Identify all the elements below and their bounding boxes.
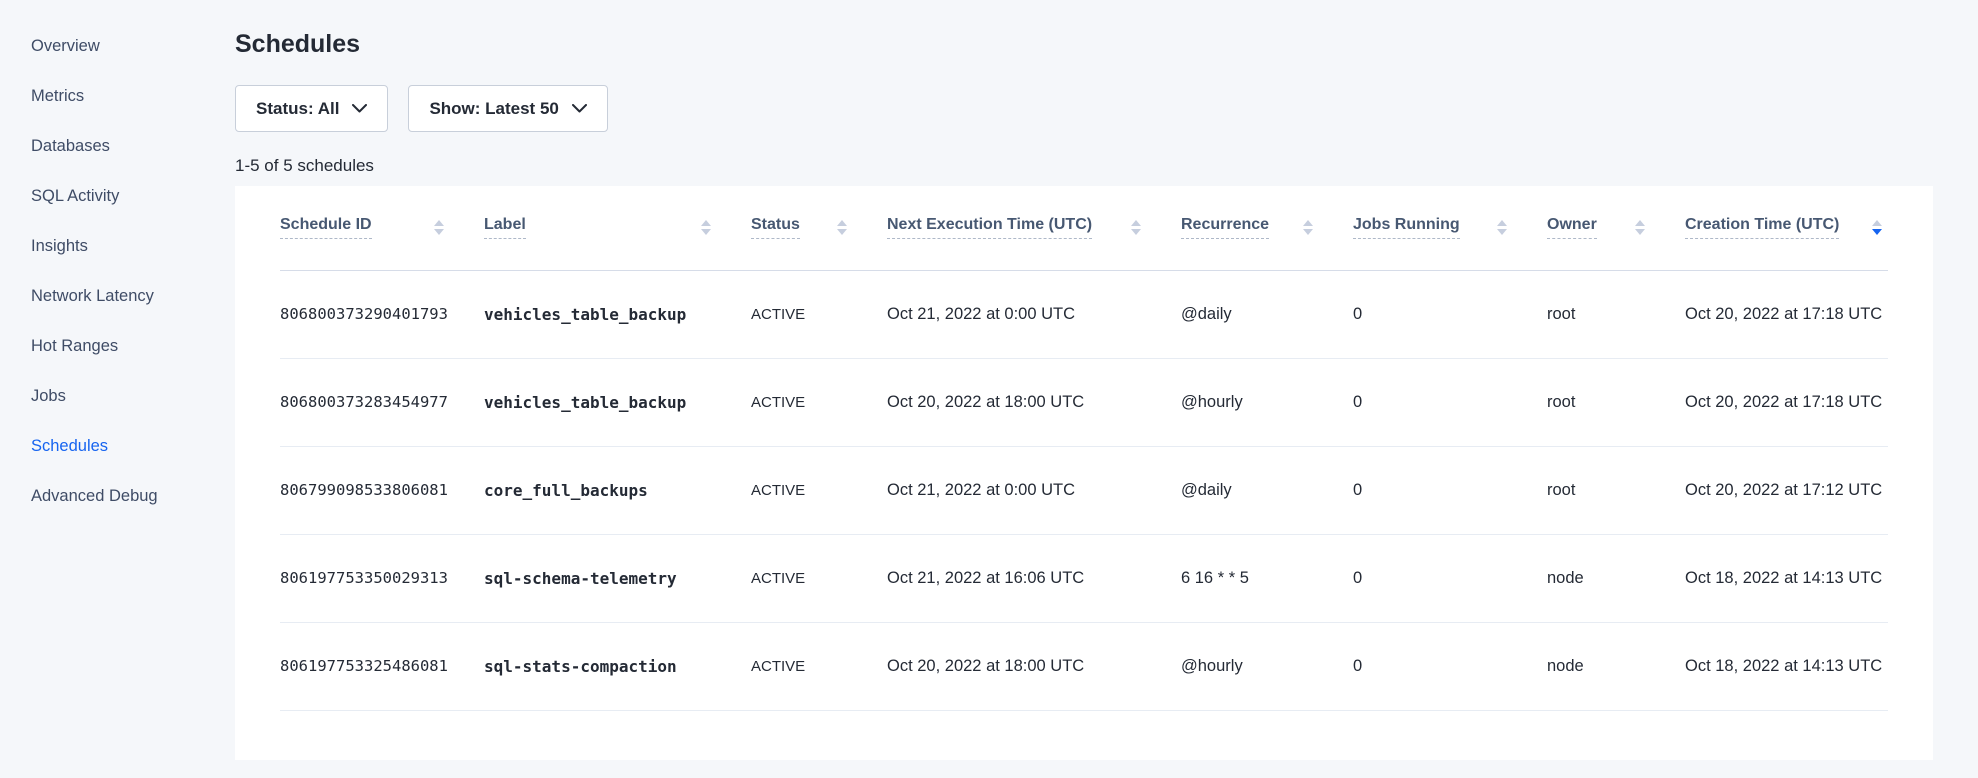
cell-jobs-running: 0 [1353, 358, 1547, 446]
cell-status: ACTIVE [751, 358, 887, 446]
cell-recurrence: @hourly [1181, 358, 1353, 446]
column-header-owner[interactable]: Owner [1547, 186, 1685, 270]
sidebar-item-jobs[interactable]: Jobs [0, 371, 235, 421]
table-row: 806799098533806081 core_full_backups ACT… [280, 446, 1888, 534]
cell-creation-time: Oct 20, 2022 at 17:12 UTC [1685, 446, 1888, 534]
cell-status: ACTIVE [751, 622, 887, 710]
page-title: Schedules [235, 29, 1933, 59]
cell-owner: root [1547, 446, 1685, 534]
status-filter-dropdown[interactable]: Status: All [235, 85, 388, 132]
table-row: 806197753325486081 sql-stats-compaction … [280, 622, 1888, 710]
column-header-status[interactable]: Status [751, 186, 887, 270]
cell-recurrence: @daily [1181, 446, 1353, 534]
cell-schedule-id: 806799098533806081 [280, 446, 484, 534]
schedules-table-card: Schedule ID Label Status Next Execution … [235, 186, 1933, 760]
cell-schedule-id: 806197753350029313 [280, 534, 484, 622]
cell-creation-time: Oct 20, 2022 at 17:18 UTC [1685, 358, 1888, 446]
cell-status: ACTIVE [751, 534, 887, 622]
cell-jobs-running: 0 [1353, 270, 1547, 358]
sidebar-item-advanced-debug[interactable]: Advanced Debug [0, 471, 235, 521]
cell-recurrence: @hourly [1181, 622, 1353, 710]
schedules-table: Schedule ID Label Status Next Execution … [280, 186, 1888, 711]
table-row: 806800373290401793 vehicles_table_backup… [280, 270, 1888, 358]
sidebar-item-schedules[interactable]: Schedules [0, 421, 235, 471]
table-row: 806197753350029313 sql-schema-telemetry … [280, 534, 1888, 622]
sidebar-item-insights[interactable]: Insights [0, 221, 235, 271]
table-row: 806800373283454977 vehicles_table_backup… [280, 358, 1888, 446]
chevron-down-icon [572, 104, 587, 113]
chevron-down-icon [352, 104, 367, 113]
cell-label: sql-stats-compaction [484, 622, 751, 710]
column-header-schedule-id[interactable]: Schedule ID [280, 186, 484, 270]
show-filter-label: Show: Latest 50 [429, 99, 558, 119]
cell-creation-time: Oct 18, 2022 at 14:13 UTC [1685, 534, 1888, 622]
show-filter-dropdown[interactable]: Show: Latest 50 [408, 85, 607, 132]
cell-next-execution-time: Oct 20, 2022 at 18:00 UTC [887, 358, 1181, 446]
results-count: 1-5 of 5 schedules [235, 156, 1933, 176]
cell-next-execution-time: Oct 21, 2022 at 16:06 UTC [887, 534, 1181, 622]
table-body: 806800373290401793 vehicles_table_backup… [280, 270, 1888, 710]
column-header-creation-time[interactable]: Creation Time (UTC) [1685, 186, 1888, 270]
cell-owner: root [1547, 358, 1685, 446]
cell-label: vehicles_table_backup [484, 358, 751, 446]
sort-icon[interactable] [1303, 220, 1313, 235]
column-header-recurrence[interactable]: Recurrence [1181, 186, 1353, 270]
cell-label: sql-schema-telemetry [484, 534, 751, 622]
cell-recurrence: 6 16 * * 5 [1181, 534, 1353, 622]
cell-jobs-running: 0 [1353, 622, 1547, 710]
table-header-row: Schedule ID Label Status Next Execution … [280, 186, 1888, 270]
sidebar-item-overview[interactable]: Overview [0, 21, 235, 71]
sidebar-item-hot-ranges[interactable]: Hot Ranges [0, 321, 235, 371]
cell-label: core_full_backups [484, 446, 751, 534]
main-content: Schedules Status: All Show: Latest 50 1-… [235, 0, 1933, 760]
sidebar: Overview Metrics Databases SQL Activity … [0, 0, 235, 521]
sort-icon[interactable] [1872, 220, 1882, 235]
cell-next-execution-time: Oct 21, 2022 at 0:00 UTC [887, 270, 1181, 358]
sort-icon[interactable] [837, 220, 847, 235]
cell-schedule-id: 806800373290401793 [280, 270, 484, 358]
sort-icon[interactable] [434, 220, 444, 235]
sidebar-item-metrics[interactable]: Metrics [0, 71, 235, 121]
cell-creation-time: Oct 20, 2022 at 17:18 UTC [1685, 270, 1888, 358]
cell-owner: root [1547, 270, 1685, 358]
sort-icon[interactable] [1635, 220, 1645, 235]
cell-status: ACTIVE [751, 446, 887, 534]
cell-status: ACTIVE [751, 270, 887, 358]
sidebar-item-databases[interactable]: Databases [0, 121, 235, 171]
cell-jobs-running: 0 [1353, 446, 1547, 534]
column-header-label[interactable]: Label [484, 186, 751, 270]
column-header-next-execution-time[interactable]: Next Execution Time (UTC) [887, 186, 1181, 270]
column-header-jobs-running[interactable]: Jobs Running [1353, 186, 1547, 270]
cell-next-execution-time: Oct 20, 2022 at 18:00 UTC [887, 622, 1181, 710]
status-filter-label: Status: All [256, 99, 339, 119]
cell-label: vehicles_table_backup [484, 270, 751, 358]
filter-bar: Status: All Show: Latest 50 [235, 85, 1933, 132]
sort-icon[interactable] [1131, 220, 1141, 235]
sidebar-item-sql-activity[interactable]: SQL Activity [0, 171, 235, 221]
cell-schedule-id: 806197753325486081 [280, 622, 484, 710]
sort-icon[interactable] [1497, 220, 1507, 235]
cell-next-execution-time: Oct 21, 2022 at 0:00 UTC [887, 446, 1181, 534]
cell-jobs-running: 0 [1353, 534, 1547, 622]
cell-recurrence: @daily [1181, 270, 1353, 358]
sidebar-item-network-latency[interactable]: Network Latency [0, 271, 235, 321]
sort-icon[interactable] [701, 220, 711, 235]
cell-owner: node [1547, 622, 1685, 710]
cell-creation-time: Oct 18, 2022 at 14:13 UTC [1685, 622, 1888, 710]
cell-schedule-id: 806800373283454977 [280, 358, 484, 446]
cell-owner: node [1547, 534, 1685, 622]
